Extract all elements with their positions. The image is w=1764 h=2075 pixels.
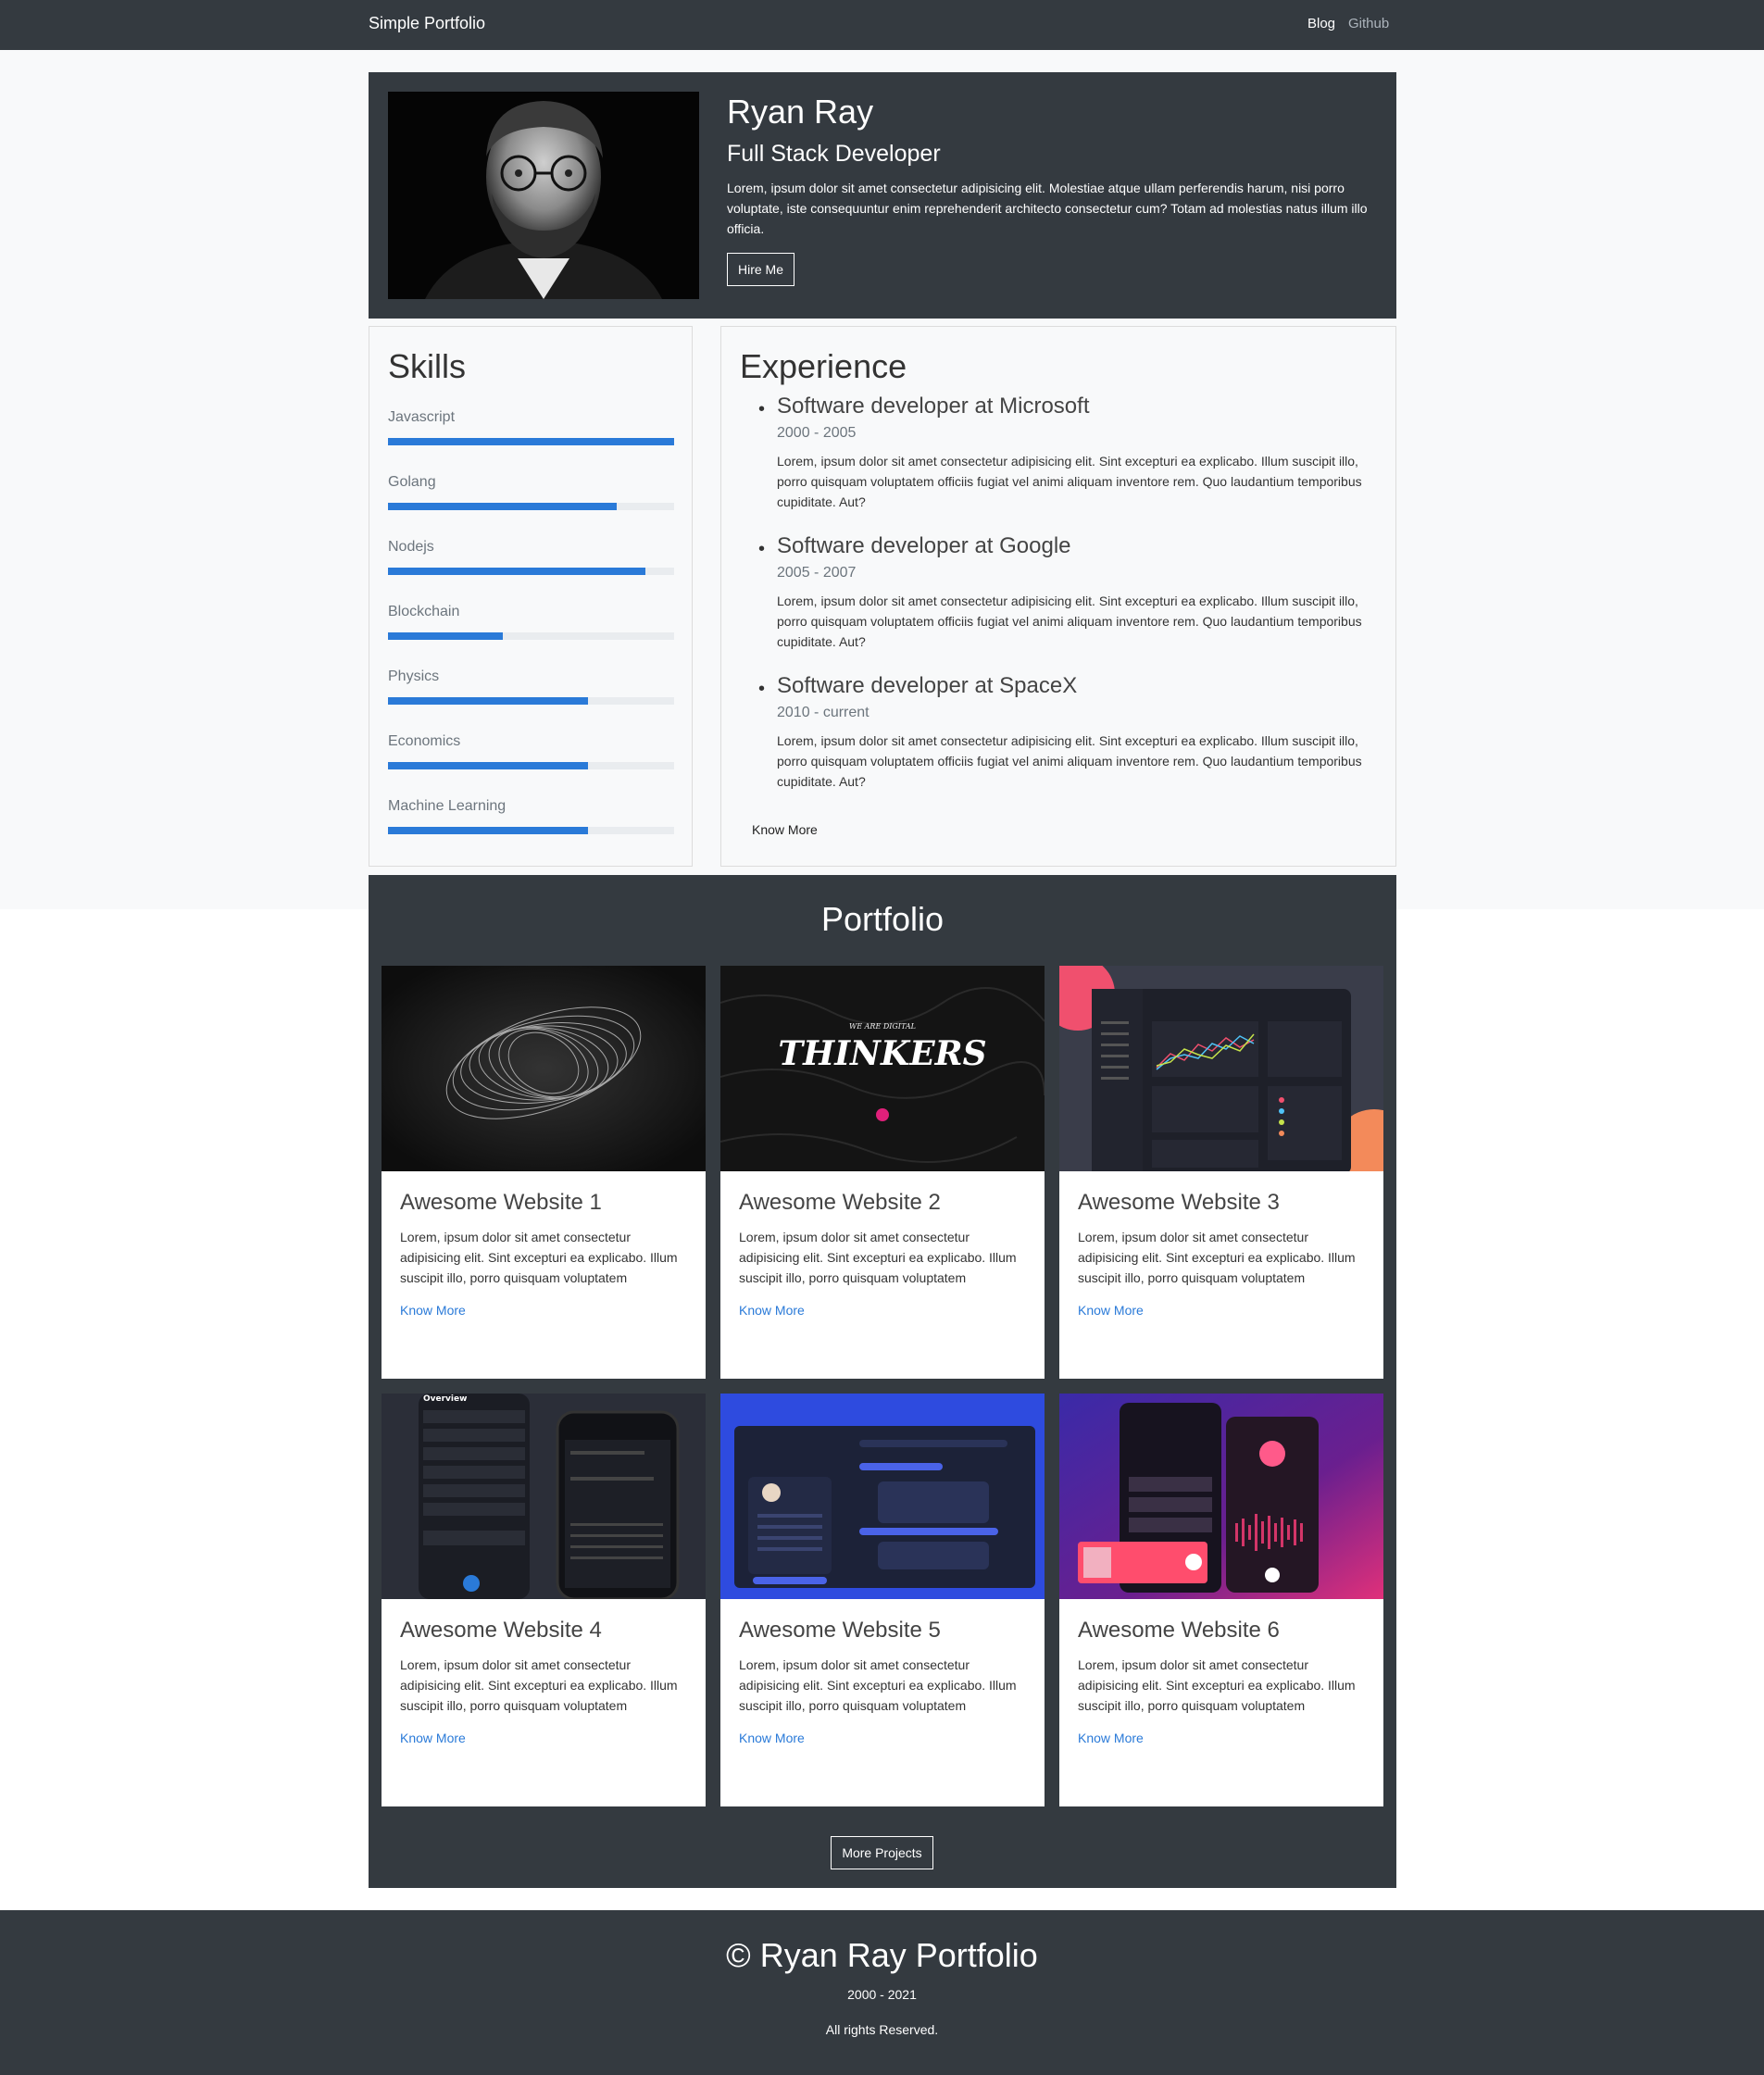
footer-years: 2000 - 2021 (847, 1987, 917, 2002)
job-description: Lorem, ipsum dolor sit amet consectetur … (777, 733, 1362, 789)
project-card: WE ARE DIGITAL THINKERS Awesome Website … (720, 966, 1045, 1379)
project-thumbnail[interactable]: WE ARE DIGITAL THINKERS (720, 966, 1045, 1171)
project-title: Awesome Website 3 (1078, 1190, 1280, 1215)
project-card: Awesome Website 5 Lorem, ipsum dolor sit… (720, 1394, 1045, 1806)
skill-progress-track (388, 697, 674, 705)
navbar: Simple Portfolio Blog Github (0, 0, 1764, 50)
skill-item: Golang (388, 474, 674, 510)
project-description: Lorem, ipsum dolor sit amet consectetur … (739, 1657, 1017, 1713)
skill-progress-fill (388, 827, 589, 834)
project-title: Awesome Website 5 (739, 1618, 941, 1643)
skill-progress-fill (388, 503, 618, 510)
job-dates: 2005 - 2007 (777, 565, 857, 581)
project-thumbnail[interactable] (1059, 1394, 1383, 1599)
bullet-icon: • (758, 679, 766, 699)
skill-item: Nodejs (388, 539, 674, 575)
hero-bio: Lorem, ipsum dolor sit amet consectetur … (727, 181, 1368, 236)
skill-progress-fill (388, 762, 589, 769)
project-know-more-link[interactable]: Know More (1078, 1731, 1144, 1745)
navbar-brand[interactable]: Simple Portfolio (369, 14, 485, 33)
thumb-headline: THINKERS (778, 1034, 986, 1073)
skill-progress-track (388, 503, 674, 510)
nav-link-blog[interactable]: Blog (1307, 16, 1335, 31)
skill-label: Physics (388, 669, 440, 684)
project-card: Awesome Website 3 Lorem, ipsum dolor sit… (1059, 966, 1383, 1379)
job-description: Lorem, ipsum dolor sit amet consectetur … (777, 594, 1362, 649)
project-card: Overview Awesome Website 4 Lorem, ipsum … (382, 1394, 706, 1806)
skill-label: Machine Learning (388, 798, 507, 814)
footer-copyright: © Ryan Ray Portfolio (726, 1936, 1038, 1974)
project-thumbnail[interactable] (720, 1394, 1045, 1599)
nav-link-github[interactable]: Github (1348, 16, 1389, 31)
skill-label: Economics (388, 733, 461, 749)
project-description: Lorem, ipsum dolor sit amet consectetur … (400, 1230, 678, 1285)
experience-title: Experience (740, 347, 907, 385)
bullet-icon: • (758, 399, 766, 419)
skill-item: Machine Learning (388, 798, 674, 834)
hero-section: Ryan Ray Full Stack Developer Lorem, ips… (369, 72, 1396, 319)
hero-name: Ryan Ray (727, 93, 874, 131)
project-description: Lorem, ipsum dolor sit amet consectetur … (400, 1657, 678, 1713)
skill-progress-fill (388, 568, 646, 575)
skill-progress-track (388, 568, 674, 575)
skill-progress-track (388, 632, 674, 640)
job-title: Software developer at Google (777, 533, 1071, 558)
skills-card: Skills Javascript Golang Nodejs Blockchain P… (369, 326, 693, 867)
project-card: Awesome Website 1 Lorem, ipsum dolor sit… (382, 966, 706, 1379)
skill-progress-track (388, 762, 674, 769)
project-know-more-link[interactable]: Know More (1078, 1303, 1144, 1318)
project-description: Lorem, ipsum dolor sit amet consectetur … (1078, 1657, 1356, 1713)
skill-label: Golang (388, 474, 436, 490)
portrait-illustration (388, 92, 699, 299)
skill-progress-fill (388, 632, 503, 640)
profile-photo (388, 92, 699, 299)
skill-label: Nodejs (388, 539, 434, 555)
bullet-icon: • (758, 539, 766, 559)
project-title: Awesome Website 6 (1078, 1618, 1280, 1643)
job-title: Software developer at SpaceX (777, 673, 1078, 698)
project-title: Awesome Website 2 (739, 1190, 941, 1215)
skill-item: Blockchain (388, 604, 674, 640)
know-more-link[interactable]: Know More (752, 822, 818, 837)
skill-progress-track (388, 827, 674, 834)
hire-me-button[interactable]: Hire Me (727, 253, 794, 286)
job-dates: 2010 - current (777, 705, 869, 720)
project-know-more-link[interactable]: Know More (400, 1731, 466, 1745)
skill-progress-track (388, 438, 674, 445)
project-thumbnail[interactable] (382, 966, 706, 1171)
portfolio-title: Portfolio (820, 900, 945, 938)
project-know-more-link[interactable]: Know More (739, 1731, 805, 1745)
skill-progress-fill (388, 438, 674, 445)
project-title: Awesome Website 1 (400, 1190, 602, 1215)
job-item: • Software developer at Microsoft 2000 -… (758, 394, 1370, 512)
project-thumbnail[interactable]: Overview (382, 1394, 706, 1599)
skills-title: Skills (388, 347, 467, 385)
job-title: Software developer at Microsoft (777, 394, 1090, 419)
thumb-small-text: WE ARE DIGITAL (849, 1022, 916, 1031)
job-description: Lorem, ipsum dolor sit amet consectetur … (777, 454, 1362, 509)
footer: © Ryan Ray Portfolio 2000 - 2021 All rig… (0, 1910, 1764, 2075)
skill-item: Javascript (388, 409, 674, 445)
job-dates: 2000 - 2005 (777, 425, 857, 441)
skill-item: Economics (388, 733, 674, 769)
job-item: • Software developer at SpaceX 2010 - cu… (758, 673, 1370, 792)
project-thumbnail[interactable] (1059, 966, 1383, 1171)
project-description: Lorem, ipsum dolor sit amet consectetur … (739, 1230, 1017, 1285)
portfolio-section: Portfolio Awesome Website 1 Lorem, ipsum… (369, 875, 1396, 1888)
skill-progress-fill (388, 697, 589, 705)
project-description: Lorem, ipsum dolor sit amet consectetur … (1078, 1230, 1356, 1285)
job-item: • Software developer at Google 2005 - 20… (758, 533, 1370, 652)
thumb-overview-text: Overview (423, 1394, 467, 1404)
more-projects-button[interactable]: More Projects (831, 1836, 933, 1869)
hero-role: Full Stack Developer (727, 141, 941, 167)
skill-label: Javascript (388, 409, 456, 425)
project-know-more-link[interactable]: Know More (400, 1303, 466, 1318)
footer-rights: All rights Reserved. (825, 2022, 939, 2037)
experience-card: Experience • Software developer at Micro… (720, 326, 1396, 867)
project-title: Awesome Website 4 (400, 1618, 602, 1643)
project-card: Awesome Website 6 Lorem, ipsum dolor sit… (1059, 1394, 1383, 1806)
skill-item: Physics (388, 669, 674, 705)
skill-label: Blockchain (388, 604, 460, 619)
project-know-more-link[interactable]: Know More (739, 1303, 805, 1318)
